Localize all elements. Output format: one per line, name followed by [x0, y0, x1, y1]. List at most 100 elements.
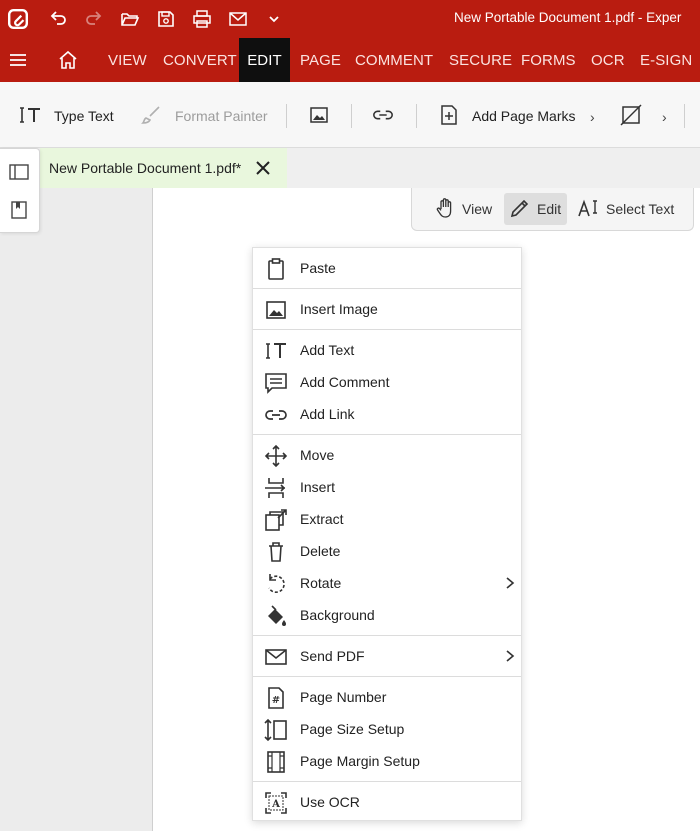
menu-item-send-pdf[interactable]: Send PDF: [253, 641, 521, 671]
menu-item-paste[interactable]: Paste: [253, 253, 521, 283]
insert-image-button[interactable]: [308, 102, 330, 130]
rotate-icon: [264, 572, 288, 596]
menu-item-label: Page Number: [300, 689, 387, 705]
menu-item-page-margin-setup[interactable]: Page Margin Setup: [253, 746, 521, 776]
page-crop-button[interactable]: [620, 102, 642, 130]
mode-toolbar: View Edit Select Text: [411, 188, 694, 231]
tab-ocr[interactable]: OCR: [591, 38, 625, 82]
menu-divider: [253, 635, 521, 636]
tab-edit[interactable]: EDIT: [239, 38, 290, 94]
menu-item-add-comment[interactable]: Add Comment: [253, 367, 521, 397]
edit-mode-button[interactable]: Edit: [504, 193, 567, 225]
menu-item-label: Page Margin Setup: [300, 753, 420, 769]
menu-item-background[interactable]: Background: [253, 600, 521, 630]
view-mode-button[interactable]: View: [434, 193, 492, 225]
menu-item-page-size-setup[interactable]: Page Size Setup: [253, 714, 521, 744]
envelope-icon: [264, 645, 288, 669]
brush-icon: [141, 104, 163, 129]
menu-item-insert[interactable]: Insert: [253, 472, 521, 502]
move-icon: [264, 444, 288, 468]
hamburger-menu-icon[interactable]: [0, 38, 36, 82]
tab-comment[interactable]: COMMENT: [355, 38, 433, 82]
trash-icon: [264, 540, 288, 564]
home-icon[interactable]: [52, 38, 84, 82]
menu-item-delete[interactable]: Delete: [253, 536, 521, 566]
menu-item-label: Add Comment: [300, 374, 390, 390]
menu-item-add-link[interactable]: Add Link: [253, 399, 521, 429]
type-text-button[interactable]: Type Text: [20, 102, 114, 130]
ribbon-divider: [684, 104, 685, 128]
select-text-mode-button[interactable]: Select Text: [578, 193, 674, 225]
page-size-icon: [264, 718, 288, 742]
ribbon-toolbar: Type Text Format Painter Add Page Marks …: [0, 82, 700, 148]
save-icon[interactable]: [148, 0, 184, 38]
tab-page[interactable]: PAGE: [300, 38, 341, 82]
side-panel: [0, 148, 40, 233]
email-icon[interactable]: [220, 0, 256, 38]
context-menu: Paste Insert Image Add Text Add Comment …: [252, 247, 522, 821]
menu-item-extract[interactable]: Extract: [253, 504, 521, 534]
menu-item-move[interactable]: Move: [253, 440, 521, 470]
hand-icon: [434, 197, 456, 222]
title-bar: New Portable Document 1.pdf - Exper: [0, 0, 700, 38]
tab-e-sign[interactable]: E-SIGN: [640, 38, 692, 82]
menu-item-page-number[interactable]: # Page Number: [253, 682, 521, 712]
link-icon: [372, 104, 394, 129]
sidebar-toggle-icon[interactable]: [9, 162, 29, 182]
submenu-chevron-icon: [503, 648, 517, 664]
tab-view[interactable]: VIEW: [108, 38, 147, 82]
format-painter-button[interactable]: Format Painter: [141, 102, 268, 130]
chevron-right-icon[interactable]: ›: [662, 109, 667, 125]
insert-page-icon: [264, 476, 288, 500]
menu-divider: [253, 781, 521, 782]
app-logo-icon[interactable]: [0, 0, 36, 38]
menu-item-label: Add Link: [300, 406, 355, 422]
menu-item-label: Delete: [300, 543, 341, 559]
tab-convert[interactable]: CONVERT: [163, 38, 237, 82]
menu-divider: [253, 434, 521, 435]
menu-item-label: Use OCR: [300, 794, 360, 810]
menu-item-label: Page Size Setup: [300, 721, 405, 737]
menu-bar: VIEW CONVERT EDIT PAGE COMMENT SECURE FO…: [0, 38, 700, 94]
menu-item-label: Background: [300, 607, 375, 623]
open-folder-icon[interactable]: [112, 0, 148, 38]
undo-icon[interactable]: [40, 0, 76, 38]
pencil-icon: [509, 197, 531, 222]
chevron-right-icon[interactable]: ›: [590, 109, 595, 125]
menu-item-label: Rotate: [300, 575, 342, 591]
menu-item-rotate[interactable]: Rotate: [253, 568, 521, 598]
select-text-icon: [578, 197, 600, 222]
page-number-icon: #: [264, 686, 288, 710]
menu-item-add-text[interactable]: Add Text: [253, 335, 521, 365]
paint-bucket-icon: [264, 604, 288, 628]
text-cursor-icon: [264, 339, 288, 363]
bookmark-icon[interactable]: [9, 200, 29, 220]
ribbon-divider: [286, 104, 287, 128]
redo-icon[interactable]: [76, 0, 112, 38]
document-tab[interactable]: New Portable Document 1.pdf*: [40, 148, 287, 188]
menu-divider: [253, 288, 521, 289]
more-chevron-icon[interactable]: [256, 0, 292, 38]
menu-item-label: Paste: [300, 260, 336, 276]
document-tab-label: New Portable Document 1.pdf*: [49, 160, 242, 176]
ribbon-divider: [351, 104, 352, 128]
print-icon[interactable]: [184, 0, 220, 38]
tab-forms[interactable]: FORMS: [521, 38, 576, 82]
tab-secure[interactable]: SECURE: [449, 38, 512, 82]
crop-slash-icon: [620, 103, 642, 129]
select-text-mode-label: Select Text: [606, 201, 675, 217]
menu-item-label: Move: [300, 447, 335, 463]
menu-item-label: Add Text: [300, 342, 355, 358]
page-plus-icon: [438, 104, 460, 129]
add-link-button[interactable]: [372, 102, 394, 130]
type-text-label: Type Text: [54, 108, 114, 124]
image-icon: [264, 298, 288, 322]
add-page-marks-button[interactable]: Add Page Marks: [438, 102, 576, 130]
svg-text:#: #: [272, 695, 280, 706]
close-icon[interactable]: [252, 157, 274, 179]
menu-item-use-ocr[interactable]: A Use OCR: [253, 787, 521, 817]
add-page-marks-label: Add Page Marks: [472, 108, 576, 124]
menu-item-label: Insert Image: [300, 301, 378, 317]
menu-item-insert-image[interactable]: Insert Image: [253, 294, 521, 324]
menu-item-label: Extract: [300, 511, 344, 527]
